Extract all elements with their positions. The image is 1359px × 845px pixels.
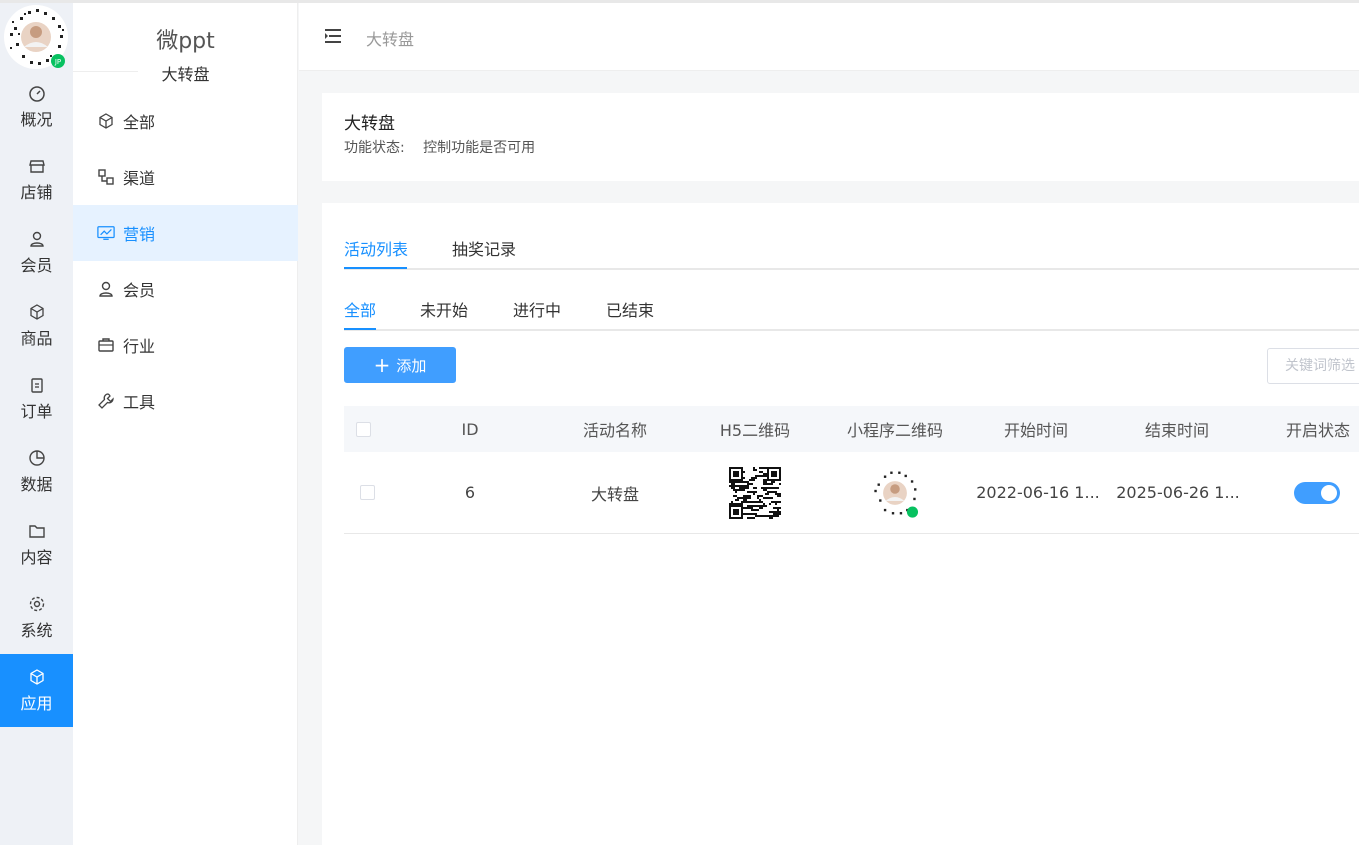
rail-item-label: 订单 bbox=[20, 401, 53, 421]
user-icon bbox=[28, 230, 46, 248]
row-select-cell bbox=[360, 452, 375, 533]
wrench-icon bbox=[97, 392, 115, 410]
cube-icon bbox=[28, 668, 46, 686]
select-all-cell bbox=[356, 406, 371, 452]
rail-item-8[interactable]: 应用 bbox=[0, 654, 73, 727]
rail-item-label: 内容 bbox=[20, 547, 53, 567]
col-id: ID bbox=[461, 419, 479, 439]
table-row: 6 大转盘 2022-06-16 1... 2025-06-26 1... bbox=[344, 452, 1359, 534]
rail-item-1[interactable]: 店铺 bbox=[0, 143, 73, 216]
filter-in-progress[interactable]: 进行中 bbox=[513, 297, 561, 321]
rail-item-0[interactable]: 概况 bbox=[0, 70, 73, 143]
select-all-checkbox[interactable] bbox=[356, 421, 371, 437]
brand-subtitle: 大转盘 bbox=[161, 65, 210, 84]
sidebar-item-label: 全部 bbox=[123, 113, 156, 132]
rail-item-3[interactable]: 商品 bbox=[0, 289, 73, 362]
toggle-knob bbox=[1321, 484, 1337, 501]
col-mini-qrcode: 小程序二维码 bbox=[846, 421, 943, 440]
breadcrumb: 大转盘 bbox=[366, 30, 415, 49]
col-start-time: 开始时间 bbox=[1003, 421, 1068, 440]
rail-item-4[interactable]: 订单 bbox=[0, 362, 73, 435]
row-checkbox[interactable] bbox=[360, 485, 375, 500]
rail-item-label: 店铺 bbox=[20, 182, 53, 202]
rail-item-label: 系统 bbox=[20, 620, 53, 640]
h5-qrcode-cell bbox=[690, 452, 820, 533]
clipboard-icon bbox=[28, 376, 46, 394]
menu-fold-icon[interactable] bbox=[323, 27, 343, 45]
rail-item-label: 会员 bbox=[20, 255, 53, 275]
gear-icon bbox=[28, 595, 46, 613]
sidebar-item-label: 渠道 bbox=[123, 169, 156, 188]
add-button-label: 添加 bbox=[396, 356, 427, 375]
chart-icon bbox=[97, 224, 115, 242]
sidebar-item-label: 会员 bbox=[123, 281, 156, 300]
rail-item-label: 商品 bbox=[20, 328, 53, 348]
sidebar-item-3[interactable]: 会员 bbox=[73, 261, 298, 317]
mini-program-code-logo: JP bbox=[4, 5, 68, 69]
rail-item-7[interactable]: 系统 bbox=[0, 581, 73, 654]
filter-not-started[interactable]: 未开始 bbox=[420, 297, 468, 321]
table-header: ID 活动名称 H5二维码 小程序二维码 开始时间 结束时间 开启状态 bbox=[344, 406, 1359, 452]
sidebar-item-label: 工具 bbox=[123, 393, 156, 412]
pie-icon bbox=[28, 449, 46, 467]
mini-program-qrcode-image[interactable] bbox=[868, 466, 922, 520]
keyword-filter-input[interactable] bbox=[1267, 348, 1359, 384]
dashboard-icon bbox=[28, 84, 46, 102]
sidebar-item-1[interactable]: 渠道 bbox=[73, 149, 298, 205]
filter-all[interactable]: 全部 bbox=[344, 297, 376, 321]
sidebar-item-5[interactable]: 工具 bbox=[73, 373, 298, 429]
top-header: 大转盘 bbox=[299, 3, 1359, 71]
activity-panel: 活动列表 抽奖记录 全部 未开始 进行中 已结束 + 添加 ID 活动名称 H5… bbox=[322, 203, 1359, 845]
status-value: 控制功能是否可用 bbox=[423, 140, 536, 156]
tab-bar: 活动列表 抽奖记录 bbox=[344, 203, 1359, 270]
sidebar-item-label: 营销 bbox=[123, 225, 156, 244]
feature-status: 功能状态: 控制功能是否可用 bbox=[344, 137, 535, 157]
mini-qrcode-cell bbox=[820, 452, 970, 533]
user-icon bbox=[97, 280, 115, 298]
rail-item-label: 概况 bbox=[20, 109, 53, 129]
rail-item-label: 数据 bbox=[20, 474, 53, 494]
cube-icon bbox=[28, 303, 46, 321]
folder-icon bbox=[28, 522, 46, 540]
col-end-time: 结束时间 bbox=[1144, 421, 1209, 440]
col-name: 活动名称 bbox=[582, 421, 647, 440]
status-toggle[interactable] bbox=[1294, 481, 1340, 504]
add-button[interactable]: + 添加 bbox=[344, 347, 456, 383]
cell-name: 大转盘 bbox=[590, 484, 639, 504]
brand-name: 微ppt bbox=[156, 29, 215, 54]
secondary-sidebar: 微ppt 大转盘 全部渠道营销会员行业工具 bbox=[73, 3, 298, 845]
status-key: 功能状态: bbox=[344, 140, 405, 156]
briefcase-icon bbox=[97, 336, 115, 354]
shop-icon bbox=[28, 157, 46, 175]
feature-title: 大转盘 bbox=[344, 114, 395, 134]
rail-item-2[interactable]: 会员 bbox=[0, 216, 73, 289]
filter-indicator bbox=[344, 328, 376, 330]
sidebar-item-4[interactable]: 行业 bbox=[73, 317, 298, 373]
feature-info-card: 大转盘 功能状态: 控制功能是否可用 bbox=[322, 93, 1359, 181]
divider bbox=[73, 71, 138, 72]
svg-text:JP: JP bbox=[54, 58, 61, 66]
rail-item-label: 应用 bbox=[20, 693, 53, 713]
sidebar-item-label: 行业 bbox=[123, 337, 156, 356]
col-h5-qrcode: H5二维码 bbox=[719, 421, 791, 440]
cell-end-time: 2025-06-26 1... bbox=[1116, 483, 1240, 502]
tab-activity-list[interactable]: 活动列表 bbox=[344, 236, 408, 260]
cell-start-time: 2022-06-16 1... bbox=[976, 483, 1100, 502]
sidebar-item-2[interactable]: 营销 bbox=[73, 205, 298, 261]
rail-item-5[interactable]: 数据 bbox=[0, 435, 73, 508]
cube-icon bbox=[97, 112, 115, 130]
status-cell bbox=[1292, 452, 1342, 533]
sidebar-item-0[interactable]: 全部 bbox=[73, 93, 298, 149]
tab-indicator bbox=[344, 267, 407, 269]
filter-ended[interactable]: 已结束 bbox=[606, 297, 654, 321]
rail-item-6[interactable]: 内容 bbox=[0, 508, 73, 581]
plus-icon: + bbox=[373, 353, 391, 377]
cell-id: 6 bbox=[464, 483, 476, 502]
col-status: 开启状态 bbox=[1285, 421, 1350, 440]
h5-qrcode-image[interactable] bbox=[729, 466, 781, 519]
channel-icon bbox=[97, 168, 115, 186]
tab-draw-records[interactable]: 抽奖记录 bbox=[452, 236, 516, 260]
status-filter-bar: 全部 未开始 进行中 已结束 bbox=[344, 283, 1359, 331]
